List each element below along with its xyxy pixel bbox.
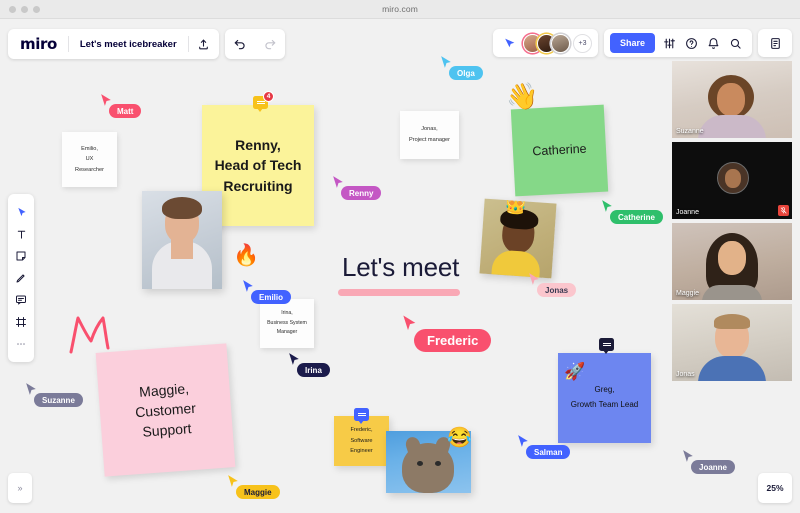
cursor-label-salman: Salman	[526, 445, 571, 459]
expand-panel-button[interactable]: »	[8, 473, 32, 503]
sticky-note-icon[interactable]	[8, 245, 34, 267]
card-emilio[interactable]: Emilio, UX Researcher	[62, 132, 117, 187]
fire-emoji[interactable]: 🔥	[233, 244, 259, 268]
sticky-note-maggie-text: Maggie, Customer Support	[134, 379, 197, 440]
cursor-label-jonas: Jonas	[537, 283, 577, 297]
sticky-note-renny-text: Renny, Head of Tech Recruiting	[214, 137, 302, 194]
comment-badge-frederic[interactable]	[354, 408, 369, 424]
miro-board-app: miro.com miro Let's meet icebreaker +3 S…	[0, 0, 800, 513]
sticky-note-frederic-text: Frederic, Software Engineer	[350, 427, 373, 455]
comment-lines-icon	[256, 100, 265, 106]
cursor-label-maggie: Maggie	[236, 485, 280, 499]
comment-lines-icon	[602, 342, 611, 348]
crown-emoji: 👑	[503, 198, 528, 216]
video-name-maggie: Maggie	[676, 290, 699, 297]
cursor-label-matt: Matt	[109, 104, 142, 118]
comment-badge-greg[interactable]	[599, 338, 614, 354]
bell-icon[interactable]	[702, 32, 724, 54]
page-title[interactable]: Let's meet	[342, 252, 459, 283]
board-title[interactable]: Let's meet icebreaker	[69, 39, 188, 50]
video-tile-jonas[interactable]: Jonas	[672, 304, 792, 381]
cursor-label-suzanne: Suzanne	[34, 393, 83, 407]
card-irina-text: Irina, Business System Manager	[267, 310, 307, 336]
actions-group: Share	[603, 29, 752, 57]
video-tile-joanne[interactable]: Joanne	[672, 142, 792, 219]
mic-muted-icon[interactable]	[778, 205, 789, 216]
notes-panel-icon[interactable]	[764, 32, 786, 54]
zoom-level-badge[interactable]: 25%	[758, 473, 792, 503]
pen-icon[interactable]	[8, 267, 34, 289]
card-emilio-text: Emilio, UX Researcher	[75, 145, 104, 173]
share-button[interactable]: Share	[609, 33, 655, 53]
notes-panel-group	[758, 29, 792, 57]
cursor-label-catherine: Catherine	[610, 210, 663, 224]
comment-badge-renny[interactable]: 4	[253, 91, 274, 112]
top-right-toolbar: +3 Share	[492, 29, 792, 57]
video-name-jonas: Jonas	[676, 371, 695, 378]
comment-lines-icon	[357, 412, 366, 418]
sliders-icon[interactable]	[658, 32, 680, 54]
avatar-overflow-count[interactable]: +3	[572, 33, 592, 53]
collaborators-group: +3	[492, 29, 598, 57]
miro-logo[interactable]: miro	[8, 35, 68, 53]
rocket-emoji[interactable]: 🚀	[564, 362, 585, 382]
sticky-note-greg-text: Greg, Growth Team Lead	[570, 385, 639, 409]
joy-emoji[interactable]: 😂	[447, 425, 472, 450]
frame-icon[interactable]	[8, 311, 34, 333]
photo-man[interactable]	[142, 191, 222, 289]
video-tile-suzanne[interactable]: Suzanne	[672, 61, 792, 138]
undo-icon[interactable]	[225, 29, 255, 59]
cursor-arrow-icon	[403, 315, 416, 331]
select-cursor-icon[interactable]	[8, 201, 34, 223]
comment-count: 4	[263, 91, 274, 102]
url-text: miro.com	[382, 4, 418, 14]
video-call-panel: Suzanne Joanne Maggie Jonas	[672, 61, 792, 381]
card-jonas[interactable]: Jonas, Project manager	[400, 111, 459, 159]
video-name-joanne: Joanne	[676, 209, 699, 216]
more-icon[interactable]	[8, 333, 34, 355]
help-circle-icon[interactable]	[680, 32, 702, 54]
sticky-note-catherine[interactable]: Catherine	[510, 104, 609, 197]
cursor-label-renny: Renny	[341, 186, 382, 200]
cursor-label-joanne: Joanne	[691, 460, 736, 474]
top-left-toolbar: miro Let's meet icebreaker	[8, 29, 285, 59]
sticky-note-maggie[interactable]: Maggie, Customer Support	[95, 343, 236, 477]
cursor-label-olga: Olga	[449, 66, 483, 80]
history-group	[224, 29, 285, 59]
video-name-suzanne: Suzanne	[676, 128, 704, 135]
upload-icon[interactable]	[189, 29, 219, 59]
comment-icon[interactable]	[8, 289, 34, 311]
video-tile-maggie[interactable]: Maggie	[672, 223, 792, 300]
avatar[interactable]	[550, 33, 570, 53]
cursor-label-emilio: Emilio	[251, 290, 292, 304]
cursor-label-irina: Irina	[297, 363, 330, 377]
text-icon[interactable]	[8, 223, 34, 245]
pink-zigzag-drawing[interactable]	[68, 314, 114, 356]
wave-emoji[interactable]: 👋	[506, 81, 538, 112]
card-jonas-text: Jonas, Project manager	[408, 126, 451, 143]
board-canvas[interactable]: miro Let's meet icebreaker +3 Share Emil…	[0, 19, 800, 513]
board-info-group: miro Let's meet icebreaker	[8, 29, 219, 59]
search-icon[interactable]	[724, 32, 746, 54]
title-underline-stroke[interactable]	[338, 289, 460, 296]
browser-titlebar: miro.com	[0, 0, 800, 19]
photo-woman[interactable]: 👑	[479, 198, 557, 279]
card-irina[interactable]: Irina, Business System Manager	[260, 299, 314, 348]
collaborator-avatars[interactable]: +3	[521, 33, 592, 53]
sticky-note-catherine-text: Catherine	[532, 142, 587, 159]
redo-icon[interactable]	[255, 29, 285, 59]
left-tools-toolbar	[8, 194, 34, 362]
cursor-label-frederic: Frederic	[414, 329, 492, 352]
presence-cursor-icon[interactable]	[499, 32, 521, 54]
